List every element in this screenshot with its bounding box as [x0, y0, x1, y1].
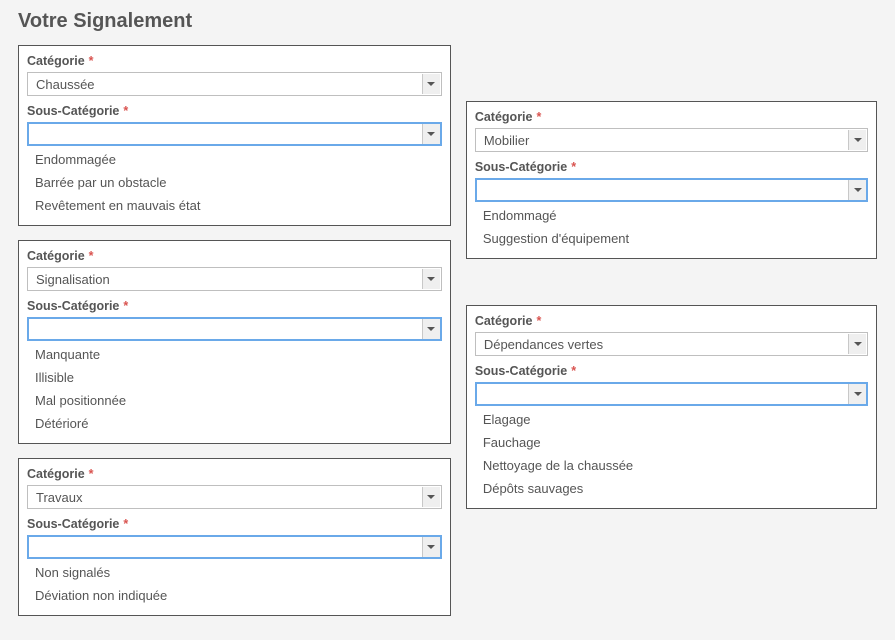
- required-mark: *: [536, 110, 541, 124]
- sous-categorie-label: Sous-Catégorie *: [27, 299, 442, 313]
- signalement-panel: Catégorie*Dépendances vertesSous-Catégor…: [466, 305, 877, 509]
- chevron-down-icon[interactable]: [848, 180, 866, 200]
- chevron-down-icon[interactable]: [422, 319, 440, 339]
- sous-categorie-label-text: Sous-Catégorie: [27, 104, 119, 118]
- required-mark: *: [536, 314, 541, 328]
- sous-categorie-option[interactable]: Mal positionnée: [27, 389, 442, 412]
- sous-categorie-select[interactable]: [27, 317, 442, 341]
- page-title: Votre Signalement: [18, 10, 877, 33]
- signalement-panel: Catégorie * Signalisation Sous-Catégorie * Ma…: [18, 240, 451, 444]
- chevron-down-icon[interactable]: [422, 537, 440, 557]
- categorie-select-value: Mobilier: [484, 133, 530, 148]
- signalement-panel: Catégorie*MobilierSous-Catégorie*Endomma…: [466, 101, 877, 259]
- sous-categorie-label: Sous-Catégorie *: [27, 517, 442, 531]
- column-right: Catégorie*MobilierSous-Catégorie*Endomma…: [466, 45, 877, 630]
- sous-categorie-label: Sous-Catégorie *: [475, 364, 868, 378]
- categorie-label: Catégorie*: [475, 110, 868, 124]
- chevron-down-icon[interactable]: [848, 384, 866, 404]
- chevron-down-icon[interactable]: [422, 74, 440, 94]
- sous-categorie-option[interactable]: Fauchage: [475, 431, 868, 454]
- required-mark: *: [123, 299, 128, 313]
- sous-categorie-select[interactable]: [475, 382, 868, 406]
- categorie-label: Catégorie *: [27, 467, 442, 481]
- sous-categorie-option[interactable]: Manquante: [27, 343, 442, 366]
- categorie-label-text: Catégorie: [475, 314, 533, 328]
- sous-categorie-label: Sous-Catégorie *: [475, 160, 868, 174]
- categorie-label: Catégorie *: [27, 249, 442, 263]
- sous-categorie-option[interactable]: Dépôts sauvages: [475, 477, 868, 500]
- sous-categorie-label-text: Sous-Catégorie: [27, 517, 119, 531]
- sous-categorie-select[interactable]: [27, 535, 442, 559]
- categorie-select[interactable]: Mobilier: [475, 128, 868, 152]
- sous-categorie-option[interactable]: Revêtement en mauvais état: [27, 194, 442, 217]
- categorie-select-value: Dépendances vertes: [484, 337, 603, 352]
- categorie-select[interactable]: Chaussée: [27, 72, 442, 96]
- sous-categorie-option[interactable]: Nettoyage de la chaussée: [475, 454, 868, 477]
- signalement-panel: Catégorie * Travaux Sous-Catégorie * Non sign…: [18, 458, 451, 616]
- sous-categorie-label-text: Sous-Catégorie: [475, 160, 567, 174]
- required-mark: *: [89, 54, 94, 68]
- sous-categorie-option[interactable]: Endommagé: [475, 204, 868, 227]
- categorie-select-value: Signalisation: [36, 272, 110, 287]
- categorie-select[interactable]: Travaux: [27, 485, 442, 509]
- categorie-select-value: Chaussée: [36, 77, 95, 92]
- sous-categorie-option[interactable]: Barrée par un obstacle: [27, 171, 442, 194]
- categorie-label-text: Catégorie: [27, 54, 85, 68]
- chevron-down-icon[interactable]: [422, 124, 440, 144]
- sous-categorie-option[interactable]: Non signalés: [27, 561, 442, 584]
- chevron-down-icon[interactable]: [848, 130, 866, 150]
- categorie-label-text: Catégorie: [27, 467, 85, 481]
- sous-categorie-option[interactable]: Détérioré: [27, 412, 442, 435]
- sous-categorie-option[interactable]: Elagage: [475, 408, 868, 431]
- categorie-select-value: Travaux: [36, 490, 82, 505]
- sous-categorie-options: ElagageFauchageNettoyage de la chausséeD…: [475, 408, 868, 500]
- sous-categorie-select[interactable]: [27, 122, 442, 146]
- required-mark: *: [89, 467, 94, 481]
- sous-categorie-options: Non signalésDéviation non indiquée: [27, 561, 442, 607]
- chevron-down-icon[interactable]: [422, 487, 440, 507]
- sous-categorie-options: ManquanteIllisibleMal positionnéeDétério…: [27, 343, 442, 435]
- sous-categorie-options: EndommagéSuggestion d'équipement: [475, 204, 868, 250]
- column-left: Catégorie * Chaussée Sous-Catégorie * Endomma…: [18, 45, 451, 630]
- categorie-label-text: Catégorie: [475, 110, 533, 124]
- sous-categorie-options: EndommagéeBarrée par un obstacleRevêteme…: [27, 148, 442, 217]
- chevron-down-icon[interactable]: [848, 334, 866, 354]
- sous-categorie-label: Sous-Catégorie *: [27, 104, 442, 118]
- categorie-label: Catégorie *: [27, 54, 442, 68]
- required-mark: *: [571, 364, 576, 378]
- sous-categorie-select[interactable]: [475, 178, 868, 202]
- required-mark: *: [123, 104, 128, 118]
- signalement-panel: Catégorie * Chaussée Sous-Catégorie * Endomma…: [18, 45, 451, 226]
- required-mark: *: [123, 517, 128, 531]
- categorie-select[interactable]: Signalisation: [27, 267, 442, 291]
- sous-categorie-option[interactable]: Illisible: [27, 366, 442, 389]
- categorie-label-text: Catégorie: [27, 249, 85, 263]
- sous-categorie-option[interactable]: Endommagée: [27, 148, 442, 171]
- chevron-down-icon[interactable]: [422, 269, 440, 289]
- categorie-label: Catégorie*: [475, 314, 868, 328]
- sous-categorie-label-text: Sous-Catégorie: [27, 299, 119, 313]
- required-mark: *: [571, 160, 576, 174]
- required-mark: *: [89, 249, 94, 263]
- sous-categorie-option[interactable]: Suggestion d'équipement: [475, 227, 868, 250]
- form-columns: Catégorie*ChausséeSous-Catégorie*Endomma…: [18, 45, 877, 630]
- sous-categorie-label-text: Sous-Catégorie: [475, 364, 567, 378]
- sous-categorie-option[interactable]: Déviation non indiquée: [27, 584, 442, 607]
- categorie-select[interactable]: Dépendances vertes: [475, 332, 868, 356]
